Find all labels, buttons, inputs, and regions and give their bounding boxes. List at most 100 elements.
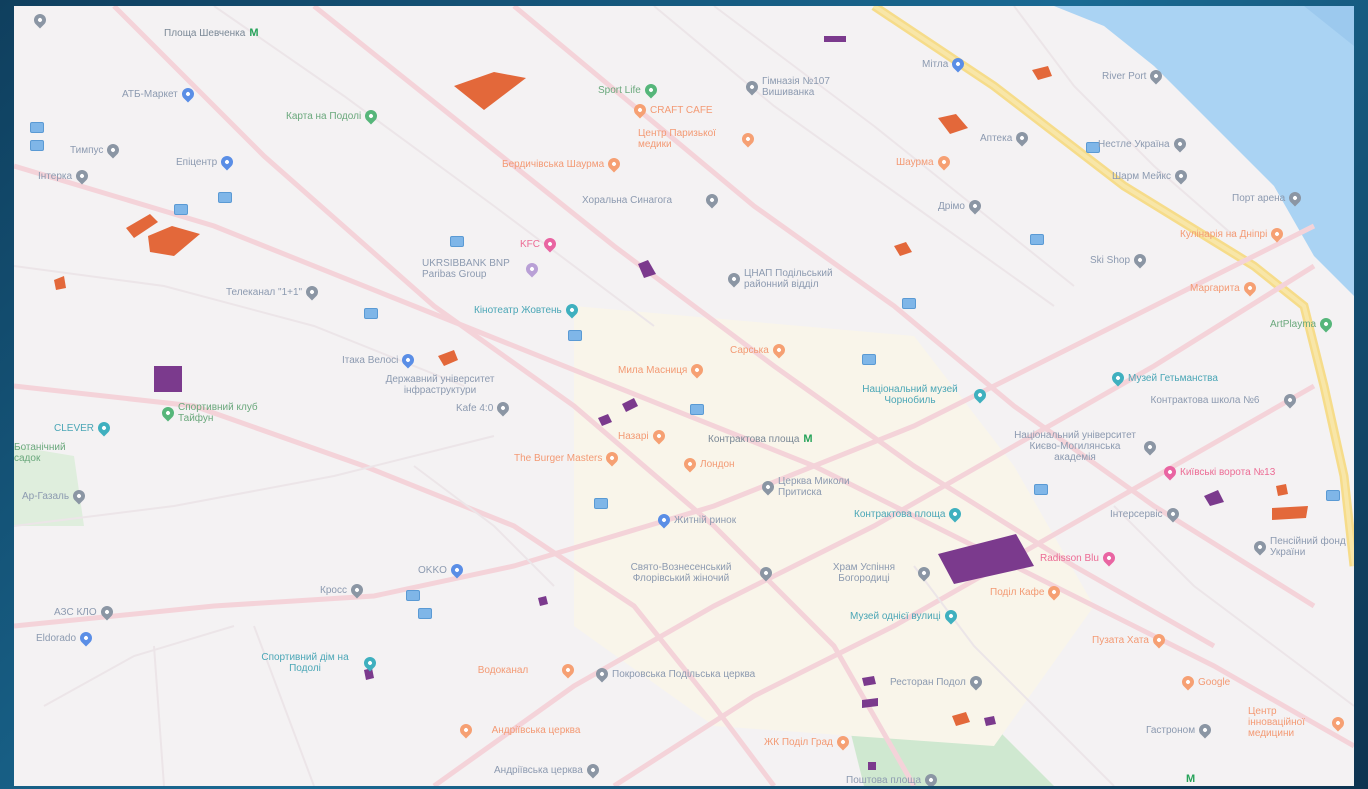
poi-marker[interactable]: Шарм Мейкс: [1112, 167, 1190, 185]
bus-stop-icon[interactable]: [1326, 490, 1340, 501]
poi-marker[interactable]: UKRSIBBANK BNP Paribas Group: [422, 258, 541, 280]
poi-marker[interactable]: Кулінарія на Дніпрі: [1180, 225, 1286, 243]
bus-stop-icon[interactable]: [30, 140, 44, 151]
food-pin-icon: [739, 130, 757, 148]
poi-marker[interactable]: Аптека: [980, 129, 1031, 147]
grey-pin-icon: [1172, 167, 1190, 185]
poi-marker[interactable]: Епіцентр: [176, 153, 236, 171]
bus-stop-icon[interactable]: [1034, 484, 1048, 495]
poi-marker[interactable]: Лондон: [681, 455, 735, 473]
poi-marker[interactable]: Центр інноваційної медицини: [1248, 706, 1347, 739]
poi-marker[interactable]: АТБ-Маркет: [122, 85, 197, 103]
poi-marker[interactable]: KFC: [520, 235, 559, 253]
poi-marker[interactable]: Мітла: [922, 55, 967, 73]
poi-marker[interactable]: Андріївська церква: [457, 721, 596, 739]
poi-marker[interactable]: Кінотеатр Жовтень: [474, 301, 581, 319]
poi-marker[interactable]: Хоральна Синагога: [582, 191, 721, 209]
poi-marker[interactable]: Шаурма: [896, 153, 952, 171]
poi-marker[interactable]: Ski Shop: [1090, 251, 1149, 269]
poi-marker[interactable]: Дрімо: [938, 197, 984, 215]
poi-marker[interactable]: Київські ворота №13: [1161, 463, 1275, 481]
bus-stop-icon[interactable]: [1030, 234, 1044, 245]
poi-marker[interactable]: ЖК Поділ Град: [764, 733, 852, 751]
poi-marker[interactable]: Ботанічний садок: [14, 442, 84, 464]
poi-marker[interactable]: Мила Масниця: [618, 361, 706, 379]
map-canvas[interactable]: Площа Шевченка M АТБ-Маркет Карта на Подо…: [14, 6, 1354, 786]
bus-stop-icon[interactable]: [594, 498, 608, 509]
poi-marker[interactable]: M: [1182, 774, 1195, 785]
poi-marker[interactable]: Телеканал "1+1": [226, 283, 321, 301]
poi-marker[interactable]: Гастроном: [1146, 721, 1214, 739]
poi-marker[interactable]: Кросс: [320, 581, 366, 599]
building-orange: [1276, 484, 1288, 496]
poi-marker[interactable]: Нестле Україна: [1098, 135, 1189, 153]
bus-stop-icon[interactable]: [568, 330, 582, 341]
poi-marker[interactable]: Контрактова площа: [854, 505, 964, 523]
poi-marker[interactable]: Свято-Вознесенський Флорівський жіночий: [606, 562, 775, 584]
poi-marker[interactable]: Інтерка: [38, 167, 91, 185]
poi-marker[interactable]: Музей однієї вулиці: [850, 607, 960, 625]
bus-stop-icon[interactable]: [218, 192, 232, 203]
poi-marker[interactable]: Сарська: [730, 341, 788, 359]
bus-stop-icon[interactable]: [364, 308, 378, 319]
bus-stop-icon[interactable]: [450, 236, 464, 247]
poi-marker[interactable]: Площа Шевченка M: [164, 28, 258, 40]
poi-marker[interactable]: Національний університет Києво-Могилянсь…: [1010, 430, 1159, 463]
poi-marker[interactable]: Музей Гетьманства: [1109, 369, 1218, 387]
poi-marker[interactable]: Тимпус: [70, 141, 122, 159]
bus-stop-icon[interactable]: [690, 404, 704, 415]
poi-marker[interactable]: Поштова площа: [846, 771, 940, 786]
poi-marker[interactable]: Маргарита: [1190, 279, 1259, 297]
poi-marker[interactable]: Порт арена: [1232, 189, 1304, 207]
poi-marker[interactable]: Державний університет інфраструктури: [360, 374, 520, 396]
poi-marker[interactable]: CLEVER: [54, 419, 113, 437]
poi-marker[interactable]: Назарі: [618, 427, 668, 445]
poi-marker[interactable]: Ітака Велосі: [342, 351, 417, 369]
poi-marker[interactable]: Спортивний дім на Подолі: [250, 652, 379, 674]
poi-marker[interactable]: CRAFT CAFE: [631, 101, 713, 119]
poi-marker[interactable]: ЦНАП Подільський районний відділ: [725, 268, 864, 290]
poi-marker[interactable]: АЗС КЛО: [54, 603, 116, 621]
poi-marker[interactable]: Водоканал: [448, 661, 577, 679]
poi-marker[interactable]: Центр Паризької медики: [638, 128, 757, 150]
poi-marker[interactable]: Ар-Газаль: [22, 487, 88, 505]
poi-marker[interactable]: Спортивний клуб Тайфун: [159, 402, 264, 424]
poi-marker[interactable]: Поділ Кафе: [990, 583, 1063, 601]
poi-marker[interactable]: Національний музей Чорнобиль: [850, 384, 989, 406]
poi-marker[interactable]: Гімназія №107 Вишиванка: [743, 76, 872, 98]
bus-stop-icon[interactable]: [862, 354, 876, 365]
food-pin-icon: [1150, 631, 1168, 649]
bus-stop-icon[interactable]: [902, 298, 916, 309]
poi-marker[interactable]: The Burger Masters: [514, 449, 621, 467]
poi-marker[interactable]: Пузата Хата: [1092, 631, 1168, 649]
poi-marker[interactable]: Eldorado: [36, 629, 95, 647]
poi-marker[interactable]: Пенсійний фонд України: [1251, 536, 1350, 558]
food-pin-icon: [935, 153, 952, 171]
park-pin-icon: [642, 81, 660, 99]
poi-marker[interactable]: Церква Миколи Притиска: [759, 476, 878, 498]
bus-stop-icon[interactable]: [418, 608, 432, 619]
poi-marker[interactable]: ArtPlayma: [1270, 315, 1335, 333]
poi-marker[interactable]: Radisson Blu: [1040, 549, 1118, 567]
poi-marker[interactable]: Google: [1179, 673, 1230, 691]
poi-marker[interactable]: Покровська Подільська церква: [593, 665, 755, 683]
bus-stop-icon[interactable]: [174, 204, 188, 215]
poi-marker[interactable]: Контрактова площа M: [708, 434, 813, 446]
poi-marker[interactable]: Карта на Подолі: [286, 107, 380, 125]
poi-marker[interactable]: Інтерсервіс: [1110, 505, 1182, 523]
poi-marker[interactable]: Контрактова школа №6: [1130, 391, 1299, 409]
bus-stop-icon[interactable]: [30, 122, 44, 133]
food-pin-icon: [1268, 225, 1286, 243]
poi-marker[interactable]: Ресторан Подол: [890, 673, 985, 691]
poi-marker[interactable]: Бердичівська Шаурма: [502, 155, 623, 173]
pink-pin-icon: [1161, 463, 1179, 481]
bus-stop-icon[interactable]: [406, 590, 420, 601]
poi-marker[interactable]: Sport Life: [598, 81, 660, 99]
poi-marker[interactable]: Kafe 4:0: [456, 399, 512, 417]
poi-marker[interactable]: River Port: [1102, 67, 1165, 85]
poi-marker[interactable]: Храм Успіння Богородиці: [814, 562, 933, 584]
poi-marker[interactable]: Житній ринок: [655, 511, 736, 529]
poi-marker[interactable]: [31, 11, 50, 29]
poi-marker[interactable]: Андріївська церква: [494, 761, 602, 779]
poi-marker[interactable]: OKKO: [418, 561, 466, 579]
